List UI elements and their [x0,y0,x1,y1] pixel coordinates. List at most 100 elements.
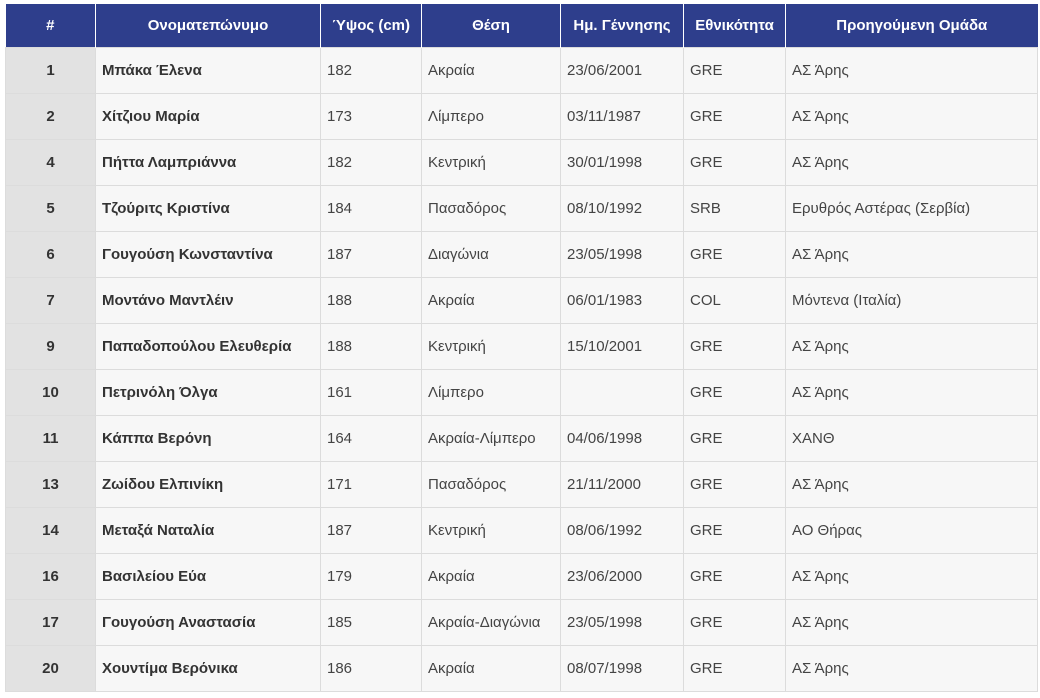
table-row: 1 Μπάκα Έλενα 182 Ακραία 23/06/2001 GRE ΑΣ Άρη… [5,47,1038,94]
player-name: Πήττα Λαμπριάννα [95,139,321,186]
header-number: # [5,4,96,48]
player-height: 187 [320,231,422,278]
roster-table: # Ονοματεπώνυμο Ύψος (cm) Θέση Ημ. Γέννη… [5,4,1038,692]
player-nationality: GRE [683,599,786,646]
player-previous-team: ΧΑΝΘ [785,415,1038,462]
table-row: 4 Πήττα Λαμπριάννα 182 Κεντρική 30/01/1998 GR… [5,139,1038,186]
player-previous-team: ΑΣ Άρης [785,231,1038,278]
player-nationality: GRE [683,93,786,140]
player-height: 185 [320,599,422,646]
player-name: Γουγούση Αναστασία [95,599,321,646]
table-row: 20 Χουντίμα Βερόνικα 186 Ακραία 08/07/1998 GR… [5,645,1038,692]
player-position: Κεντρική [421,507,561,554]
player-position: Κεντρική [421,139,561,186]
player-height: 188 [320,277,422,324]
player-position: Ακραία [421,277,561,324]
player-birth-date: 21/11/2000 [560,461,684,508]
player-name: Χουντίμα Βερόνικα [95,645,321,692]
player-name: Ζωίδου Ελπινίκη [95,461,321,508]
player-birth-date: 03/11/1987 [560,93,684,140]
table-row: 14 Μεταξά Ναταλία 187 Κεντρική 08/06/1992 GRE… [5,507,1038,554]
player-height: 184 [320,185,422,232]
player-birth-date: 23/06/2000 [560,553,684,600]
table-row: 11 Κάππα Βερόνη 164 Ακραία-Λίμπερο 04/06/199… [5,415,1038,462]
player-nationality: COL [683,277,786,324]
player-height: 164 [320,415,422,462]
player-height: 161 [320,369,422,416]
player-number: 5 [5,185,96,232]
player-height: 182 [320,47,422,94]
table-row: 17 Γουγούση Αναστασία 185 Ακραία-Διαγώνια 23… [5,599,1038,646]
player-height: 182 [320,139,422,186]
player-number: 14 [5,507,96,554]
table-row: 5 Τζούριτς Κριστίνα 184 Πασαδόρος 08/10/1992… [5,185,1038,232]
player-previous-team: ΑΣ Άρης [785,369,1038,416]
player-position: Πασαδόρος [421,185,561,232]
player-birth-date: 06/01/1983 [560,277,684,324]
player-nationality: GRE [683,47,786,94]
player-birth-date: 08/10/1992 [560,185,684,232]
player-name: Βασιλείου Εύα [95,553,321,600]
player-birth-date: 08/06/1992 [560,507,684,554]
player-name: Τζούριτς Κριστίνα [95,185,321,232]
player-name: Μπάκα Έλενα [95,47,321,94]
player-previous-team: ΑΣ Άρης [785,323,1038,370]
player-previous-team: ΑΣ Άρης [785,553,1038,600]
player-height: 173 [320,93,422,140]
player-name: Γουγούση Κωνσταντίνα [95,231,321,278]
player-height: 171 [320,461,422,508]
player-name: Χίτζιου Μαρία [95,93,321,140]
player-position: Ακραία-Διαγώνια [421,599,561,646]
table-row: 2 Χίτζιου Μαρία 173 Λίμπερο 03/11/1987 GRE ΑΣ … [5,93,1038,140]
player-height: 186 [320,645,422,692]
table-row: 7 Μοντάνο Μαντλέιν 188 Ακραία 06/01/1983 COL Μ… [5,277,1038,324]
player-number: 2 [5,93,96,140]
player-name: Κάππα Βερόνη [95,415,321,462]
player-nationality: GRE [683,507,786,554]
player-nationality: GRE [683,415,786,462]
player-nationality: GRE [683,645,786,692]
player-number: 4 [5,139,96,186]
player-height: 188 [320,323,422,370]
player-name: Μεταξά Ναταλία [95,507,321,554]
player-position: Διαγώνια [421,231,561,278]
player-number: 7 [5,277,96,324]
player-nationality: GRE [683,369,786,416]
player-birth-date: 23/05/1998 [560,599,684,646]
table-row: 6 Γουγούση Κωνσταντίνα 187 Διαγώνια 23/05/19… [5,231,1038,278]
player-position: Ακραία [421,645,561,692]
player-birth-date: 04/06/1998 [560,415,684,462]
player-nationality: SRB [683,185,786,232]
player-number: 10 [5,369,96,416]
player-previous-team: ΑΣ Άρης [785,645,1038,692]
player-number: 6 [5,231,96,278]
player-previous-team: Μόντενα (Ιταλία) [785,277,1038,324]
player-previous-team: ΑΣ Άρης [785,599,1038,646]
player-previous-team: ΑΣ Άρης [785,461,1038,508]
player-previous-team: ΑΣ Άρης [785,47,1038,94]
header-row: # Ονοματεπώνυμο Ύψος (cm) Θέση Ημ. Γέννη… [5,4,1038,48]
player-position: Ακραία [421,553,561,600]
player-height: 187 [320,507,422,554]
player-birth-date: 23/06/2001 [560,47,684,94]
player-birth-date: 23/05/1998 [560,231,684,278]
player-number: 17 [5,599,96,646]
player-birth-date [560,369,684,416]
player-previous-team: Ερυθρός Αστέρας (Σερβία) [785,185,1038,232]
player-position: Ακραία-Λίμπερο [421,415,561,462]
player-position: Λίμπερο [421,93,561,140]
header-birth-date: Ημ. Γέννησης [560,4,684,48]
header-height: Ύψος (cm) [320,4,422,48]
header-nationality: Εθνικότητα [683,4,786,48]
header-previous-team: Προηγούμενη Ομάδα [785,4,1038,48]
player-name: Παπαδοπούλου Ελευθερία [95,323,321,370]
player-nationality: GRE [683,231,786,278]
header-name: Ονοματεπώνυμο [95,4,321,48]
player-previous-team: ΑΟ Θήρας [785,507,1038,554]
player-position: Κεντρική [421,323,561,370]
player-birth-date: 08/07/1998 [560,645,684,692]
player-number: 13 [5,461,96,508]
player-nationality: GRE [683,323,786,370]
table-row: 9 Παπαδοπούλου Ελευθερία 188 Κεντρική 15/10/… [5,323,1038,370]
player-birth-date: 30/01/1998 [560,139,684,186]
